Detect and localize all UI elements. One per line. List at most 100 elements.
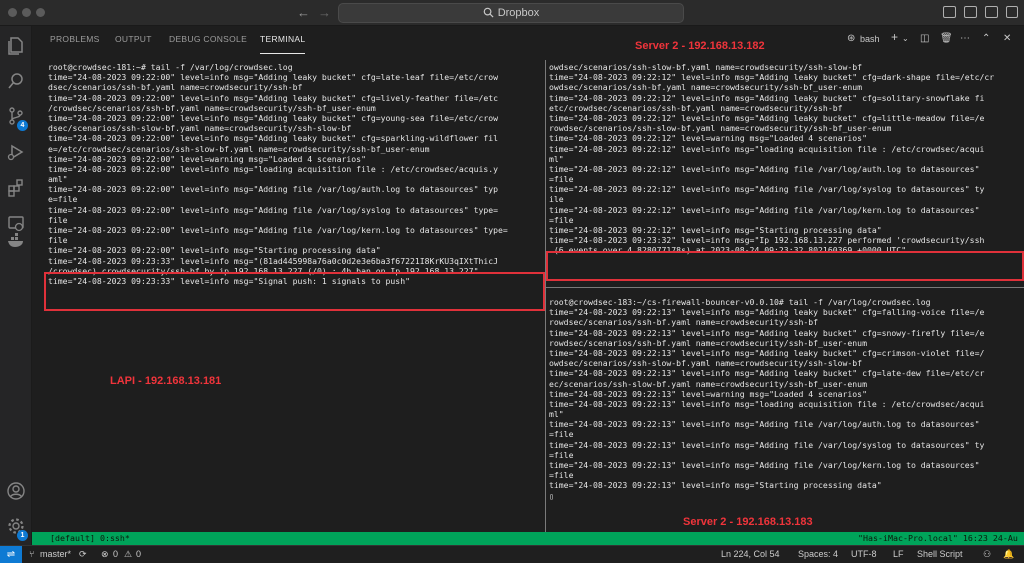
window-zoom-button[interactable] bbox=[36, 8, 45, 17]
terminal-line: time="24-08-2023 09:22:00" level=info ms… bbox=[48, 204, 499, 215]
annotation-lapi: LAPI - 192.168.13.181 bbox=[110, 375, 222, 387]
chevron-up-icon[interactable]: ⌃ bbox=[982, 33, 990, 44]
customize-layout-icon[interactable] bbox=[1006, 6, 1018, 18]
errors-icon[interactable]: ⊗ bbox=[101, 549, 109, 560]
toggle-secondary-sidebar-icon[interactable] bbox=[985, 6, 998, 18]
chevron-down-icon[interactable]: ⌄ bbox=[902, 34, 909, 43]
terminal-line: ec/scenarios/ssh-slow-bf.yaml name=crowd… bbox=[549, 378, 867, 389]
terminal-line: aml" bbox=[48, 174, 68, 185]
terminal-line: =file bbox=[549, 470, 574, 481]
terminal-line: time="24-08-2023 09:22:12" level=info ms… bbox=[549, 225, 882, 235]
more-actions-icon[interactable]: ⋯ bbox=[960, 33, 970, 44]
terminal-pane-server-182[interactable]: owdsec/scenarios/ssh-slow-bf.yaml name=c… bbox=[549, 62, 1024, 278]
terminal-line: file bbox=[48, 214, 68, 225]
explorer-icon[interactable] bbox=[6, 35, 26, 55]
tab-problems[interactable]: PROBLEMS bbox=[50, 34, 100, 44]
notifications-bell-icon[interactable]: 🔔 bbox=[1003, 549, 1014, 560]
terminal-line: time="24-08-2023 09:22:13" level=info ms… bbox=[549, 460, 980, 470]
terminal-line: time="24-08-2023 09:22:13" level=info ms… bbox=[549, 439, 985, 450]
terminal-line: time="24-08-2023 09:22:13" level=info ms… bbox=[549, 307, 985, 318]
window-close-button[interactable] bbox=[8, 8, 17, 17]
account-icon[interactable] bbox=[6, 481, 26, 501]
forward-arrow-icon[interactable]: → bbox=[318, 5, 331, 20]
terminal-line: ml" bbox=[549, 153, 564, 164]
cursor-position[interactable]: Ln 224, Col 54 bbox=[721, 549, 780, 559]
trash-icon[interactable]: 🗑 bbox=[940, 33, 953, 44]
warnings-count: 0 bbox=[136, 549, 142, 559]
terminal-line: time="24-08-2023 09:23:33" level=info ms… bbox=[48, 255, 499, 266]
terminal-line: time="24-08-2023 09:22:00" level=warning… bbox=[48, 153, 366, 164]
split-terminal-icon[interactable]: ◫ bbox=[920, 33, 929, 44]
activity-bar: 4 1 bbox=[0, 26, 32, 545]
language-mode[interactable]: Shell Script bbox=[917, 549, 963, 559]
tab-terminal[interactable]: TERMINAL bbox=[260, 34, 305, 44]
warnings-icon[interactable]: ⚠ bbox=[124, 549, 132, 560]
panel-header: PROBLEMS OUTPUT DEBUG CONSOLE TERMINAL ⊛… bbox=[32, 26, 1024, 56]
toggle-sidebar-icon[interactable] bbox=[943, 6, 956, 18]
errors-count: 0 bbox=[113, 549, 119, 559]
highlight-box-lapi-decision bbox=[44, 272, 545, 311]
docker-icon[interactable] bbox=[6, 230, 26, 250]
terminal-line: rowdsec/scenarios/ssh-slow-bf.yaml name=… bbox=[549, 123, 892, 134]
extensions-icon[interactable] bbox=[6, 178, 26, 198]
terminal-line: time="24-08-2023 09:22:13" level=info ms… bbox=[549, 347, 985, 358]
annotation-server2-top: Server 2 - 192.168.13.182 bbox=[635, 40, 765, 52]
terminal-line: dsec/scenarios/ssh-slow-bf.yaml name=cro… bbox=[48, 123, 352, 134]
terminal-line: e=file bbox=[48, 194, 78, 205]
branch-name[interactable]: master* bbox=[40, 549, 71, 559]
run-debug-icon[interactable] bbox=[6, 142, 26, 162]
settings-badge: 1 bbox=[17, 530, 28, 541]
terminal-line: rowdsec/scenarios/ssh-bf.yaml name=crowd… bbox=[549, 337, 867, 348]
terminal-line: etc/crowdsec/scenarios/ssh-bf.yaml name=… bbox=[549, 102, 843, 113]
terminal-line: time="24-08-2023 09:22:13" level=info ms… bbox=[549, 398, 985, 409]
terminal-line: e=/etc/crowdsec/scenarios/ssh-slow-bf.ya… bbox=[48, 143, 430, 154]
terminal-line: time="24-08-2023 09:22:00" level=info ms… bbox=[48, 225, 508, 235]
terminal-line: time="24-08-2023 09:22:00" level=info ms… bbox=[48, 72, 499, 83]
highlight-box-server-alert bbox=[546, 251, 1024, 281]
terminal-line: root@crowdsec-183:~/cs-firewall-bouncer-… bbox=[549, 297, 931, 307]
copilot-icon[interactable]: ⚇ bbox=[983, 549, 991, 560]
tmux-session-label: [default] 0:ssh* bbox=[50, 533, 130, 543]
status-bar: ⇌ ⑂ master* ⟳ ⊗ 0 ⚠ 0 Ln 224, Col 54 Spa… bbox=[0, 545, 1024, 563]
sync-icon[interactable]: ⟳ bbox=[79, 549, 87, 560]
back-arrow-icon[interactable]: ← bbox=[297, 5, 310, 20]
pane-divider-horizontal[interactable] bbox=[546, 287, 1024, 288]
terminal-line: /crowdsec/scenarios/ssh-bf.yaml name=cro… bbox=[48, 102, 376, 113]
terminal-line: file bbox=[48, 235, 68, 246]
terminal-line: time="24-08-2023 09:22:12" level=info ms… bbox=[549, 163, 980, 174]
toggle-panel-icon[interactable] bbox=[964, 6, 977, 18]
search-label: Dropbox bbox=[497, 7, 540, 19]
terminal-line: =file bbox=[549, 214, 574, 225]
terminal-line: time="24-08-2023 09:22:13" level=warning… bbox=[549, 388, 867, 399]
terminal-line: =file bbox=[549, 449, 574, 460]
terminal-line: time="24-08-2023 09:22:12" level=info ms… bbox=[549, 204, 980, 215]
terminal-shell-label[interactable]: bash bbox=[860, 34, 880, 44]
search-icon bbox=[483, 7, 494, 18]
branch-icon: ⑂ bbox=[29, 549, 35, 559]
command-center-search[interactable]: Dropbox bbox=[338, 3, 684, 23]
tab-output[interactable]: OUTPUT bbox=[115, 34, 152, 44]
terminal-line: =file bbox=[549, 429, 574, 440]
source-control-badge: 4 bbox=[17, 120, 28, 131]
terminal-line: time="24-08-2023 09:22:13" level=info ms… bbox=[549, 480, 882, 491]
annotation-server2-bottom: Server 2 - 192.168.13.183 bbox=[683, 516, 813, 528]
pane-divider-vertical[interactable] bbox=[545, 60, 546, 532]
encoding[interactable]: UTF-8 bbox=[851, 549, 877, 559]
terminal-line: root@crowdsec-181:~# tail -f /var/log/cr… bbox=[48, 62, 293, 72]
terminal-profile-icon: ⊛ bbox=[847, 33, 856, 44]
terminal-line: time="24-08-2023 09:22:12" level=info ms… bbox=[549, 72, 995, 83]
terminal-line: ml" bbox=[549, 409, 564, 420]
search-icon[interactable] bbox=[6, 71, 26, 91]
new-terminal-plus-icon[interactable]: + bbox=[891, 30, 898, 44]
terminal-line: owdsec/scenarios/ssh-slow-bf.yaml name=c… bbox=[549, 62, 863, 72]
tab-debug-console[interactable]: DEBUG CONSOLE bbox=[169, 34, 247, 44]
terminal-pane-server-183[interactable]: root@crowdsec-183:~/cs-firewall-bouncer-… bbox=[549, 297, 1024, 525]
terminal-line: time="24-08-2023 09:22:13" level=info ms… bbox=[549, 419, 980, 430]
end-of-line[interactable]: LF bbox=[893, 549, 904, 559]
indentation[interactable]: Spaces: 4 bbox=[798, 549, 838, 559]
terminal-line: ▯ bbox=[549, 490, 554, 501]
terminal-line: rowdsec/scenarios/ssh-bf.yaml name=crowd… bbox=[549, 317, 819, 328]
window-minimize-button[interactable] bbox=[22, 8, 31, 17]
close-icon[interactable]: ✕ bbox=[1003, 33, 1011, 44]
remote-indicator-icon[interactable]: ⇌ bbox=[0, 546, 22, 563]
